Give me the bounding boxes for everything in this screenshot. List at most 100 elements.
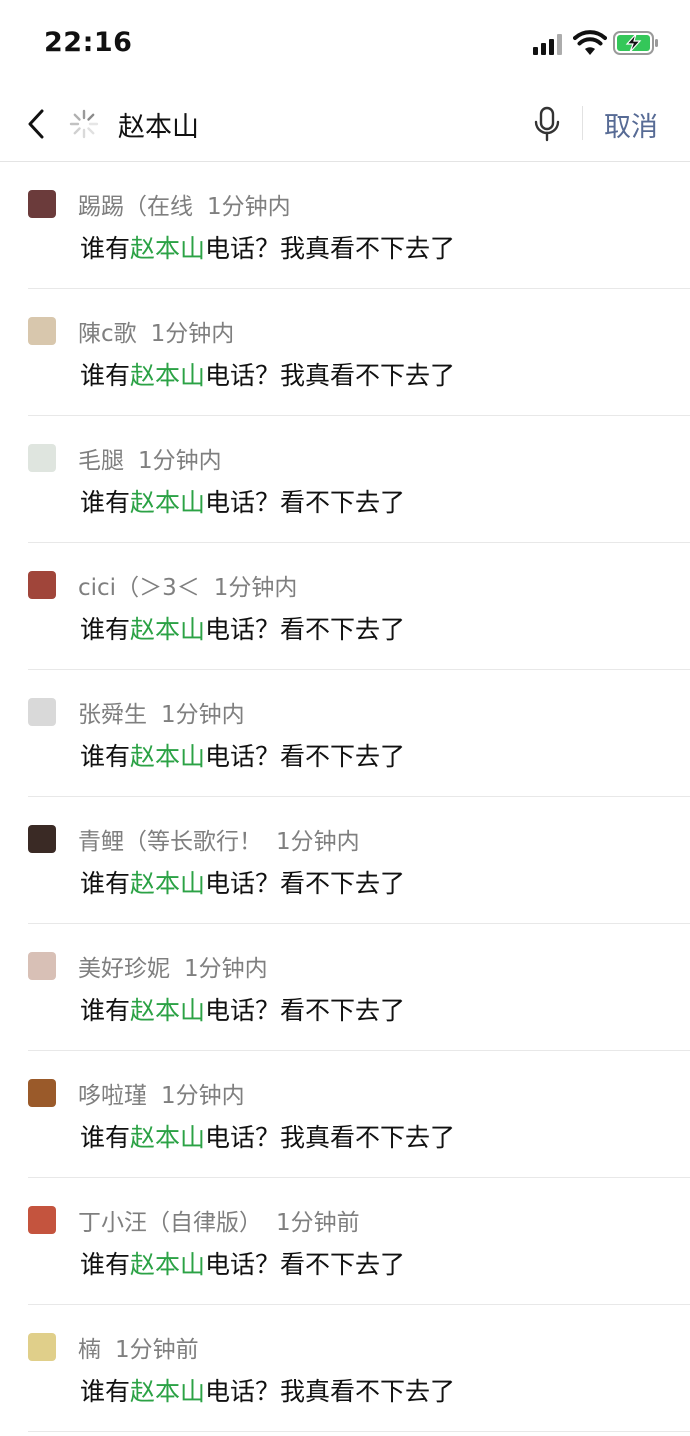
message-suffix: 电话？我真看不下去了 (205, 1377, 456, 1406)
message-time: 1分钟前 (115, 1337, 199, 1363)
message-prefix: 谁有 (80, 234, 131, 263)
sender-name: 楠 (78, 1337, 101, 1363)
search-input[interactable] (118, 104, 498, 144)
message-prefix: 谁有 (80, 615, 131, 644)
keyword-highlight: 赵本山 (130, 488, 206, 517)
message-time: 1分钟前 (276, 1210, 360, 1236)
message-suffix: 电话？看不下去了 (205, 615, 406, 644)
message-time: 1分钟内 (207, 194, 291, 220)
message-prefix: 谁有 (80, 996, 131, 1025)
message-suffix: 电话？我真看不下去了 (205, 1123, 456, 1152)
keyword-highlight: 赵本山 (130, 996, 206, 1025)
result-item[interactable]: 青鲤（等长歌行！ 1分钟内谁有赵本山电话？看不下去了 (0, 797, 690, 924)
keyword-highlight: 赵本山 (130, 1250, 206, 1279)
message-suffix: 电话？看不下去了 (205, 1250, 406, 1279)
avatar[interactable] (28, 1333, 56, 1361)
message-text: 谁有赵本山电话？看不下去了 (80, 737, 405, 773)
sender-name: 张舜生 (78, 702, 147, 728)
message-prefix: 谁有 (80, 869, 131, 898)
avatar[interactable] (28, 698, 56, 726)
message-time: 1分钟内 (150, 321, 235, 347)
message-prefix: 谁有 (80, 1250, 131, 1279)
result-item[interactable]: 哆啦瑾 1分钟内谁有赵本山电话？我真看不下去了 (0, 1051, 690, 1178)
avatar[interactable] (28, 1206, 56, 1234)
loading-spinner-icon (69, 109, 99, 139)
message-text: 谁有赵本山电话？看不下去了 (80, 610, 405, 646)
result-meta: 张舜生 1分钟内 (78, 695, 245, 729)
message-time: 1分钟内 (138, 448, 222, 474)
microphone-icon[interactable] (533, 105, 561, 143)
result-meta: 美好珍妮 1分钟内 (78, 949, 268, 983)
message-time: 1分钟内 (276, 829, 360, 855)
result-meta: 毛腿 1分钟内 (78, 441, 222, 475)
avatar[interactable] (28, 190, 56, 218)
search-header: 取消 (0, 88, 690, 162)
result-item[interactable]: 楠 1分钟前谁有赵本山电话？我真看不下去了 (0, 1305, 690, 1432)
sender-name: 陳c歌 (78, 321, 137, 347)
message-time: 1分钟内 (161, 1083, 245, 1109)
message-text: 谁有赵本山电话？我真看不下去了 (80, 229, 455, 265)
keyword-highlight: 赵本山 (130, 1377, 206, 1406)
keyword-highlight: 赵本山 (130, 1123, 206, 1152)
cellular-signal-icon (533, 33, 565, 55)
message-time: 1分钟内 (213, 575, 298, 601)
message-text: 谁有赵本山电话？我真看不下去了 (80, 356, 455, 392)
message-prefix: 谁有 (80, 742, 131, 771)
message-text: 谁有赵本山电话？看不下去了 (80, 864, 405, 900)
result-item[interactable]: 陳c歌 1分钟内谁有赵本山电话？我真看不下去了 (0, 289, 690, 416)
message-suffix: 电话？看不下去了 (205, 869, 406, 898)
result-item[interactable]: 踢踢（在线 1分钟内谁有赵本山电话？我真看不下去了 (0, 162, 690, 289)
message-time: 1分钟内 (184, 956, 268, 982)
status-time: 22:16 (44, 27, 133, 58)
message-suffix: 电话？看不下去了 (205, 996, 406, 1025)
avatar[interactable] (28, 825, 56, 853)
message-suffix: 电话？看不下去了 (205, 742, 406, 771)
result-item[interactable]: 丁小汪（自律版） 1分钟前谁有赵本山电话？看不下去了 (0, 1178, 690, 1305)
message-suffix: 电话？我真看不下去了 (205, 361, 456, 390)
sender-name: 丁小汪（自律版） (78, 1210, 262, 1236)
result-item[interactable]: 毛腿 1分钟内 谁有赵本山电话？看不下去了 (0, 416, 690, 543)
message-text: 谁有赵本山电话？看不下去了 (80, 483, 405, 519)
keyword-highlight: 赵本山 (130, 869, 206, 898)
sender-name: 毛腿 (78, 448, 124, 474)
sender-name: 踢踢（在线 (78, 194, 193, 220)
message-text: 谁有赵本山电话？我真看不下去了 (80, 1372, 455, 1408)
result-item[interactable]: cici（＞3＜ 1分钟内谁有赵本山电话？看不下去了 (0, 543, 690, 670)
keyword-highlight: 赵本山 (130, 742, 206, 771)
result-meta: 丁小汪（自律版） 1分钟前 (78, 1203, 360, 1237)
result-meta: 陳c歌 1分钟内 (78, 314, 234, 348)
message-text: 谁有赵本山电话？看不下去了 (80, 991, 405, 1027)
search-results-list: 踢踢（在线 1分钟内 谁有赵本山电话？我真看不下去了 陳c歌 1分钟内 谁有赵本山电话？我… (0, 162, 690, 1432)
status-bar: 22:16 (0, 0, 690, 88)
message-prefix: 谁有 (80, 1123, 131, 1152)
message-text: 谁有赵本山电话？我真看不下去了 (80, 1118, 455, 1154)
sender-name: 哆啦瑾 (78, 1083, 147, 1109)
message-prefix: 谁有 (80, 1377, 131, 1406)
result-meta: cici（＞3＜ 1分钟内 (78, 568, 297, 602)
sender-name: 美好珍妮 (78, 956, 170, 982)
message-time: 1分钟内 (161, 702, 245, 728)
result-item[interactable]: 美好珍妮 1分钟内谁有赵本山电话？看不下去了 (0, 924, 690, 1051)
avatar[interactable] (28, 444, 56, 472)
avatar[interactable] (28, 571, 56, 599)
avatar[interactable] (28, 952, 56, 980)
result-meta: 哆啦瑾 1分钟内 (78, 1076, 245, 1110)
wifi-icon (573, 30, 607, 55)
cancel-button[interactable]: 取消 (604, 105, 658, 144)
result-meta: 踢踢（在线 1分钟内 (78, 187, 291, 221)
row-divider (28, 1431, 690, 1432)
result-meta: 楠 1分钟前 (78, 1330, 199, 1364)
message-suffix: 电话？我真看不下去了 (205, 234, 456, 263)
result-item[interactable]: 张舜生 1分钟内谁有赵本山电话？看不下去了 (0, 670, 690, 797)
message-prefix: 谁有 (80, 488, 131, 517)
keyword-highlight: 赵本山 (130, 234, 206, 263)
keyword-highlight: 赵本山 (130, 615, 206, 644)
avatar[interactable] (28, 317, 56, 345)
sender-name: cici（＞3＜ (78, 575, 200, 601)
message-suffix: 电话？看不下去了 (205, 488, 406, 517)
result-meta: 青鲤（等长歌行！ 1分钟内 (78, 822, 360, 856)
back-icon[interactable] (22, 106, 52, 142)
sender-name: 青鲤（等长歌行！ (78, 829, 262, 855)
avatar[interactable] (28, 1079, 56, 1107)
keyword-highlight: 赵本山 (130, 361, 206, 390)
